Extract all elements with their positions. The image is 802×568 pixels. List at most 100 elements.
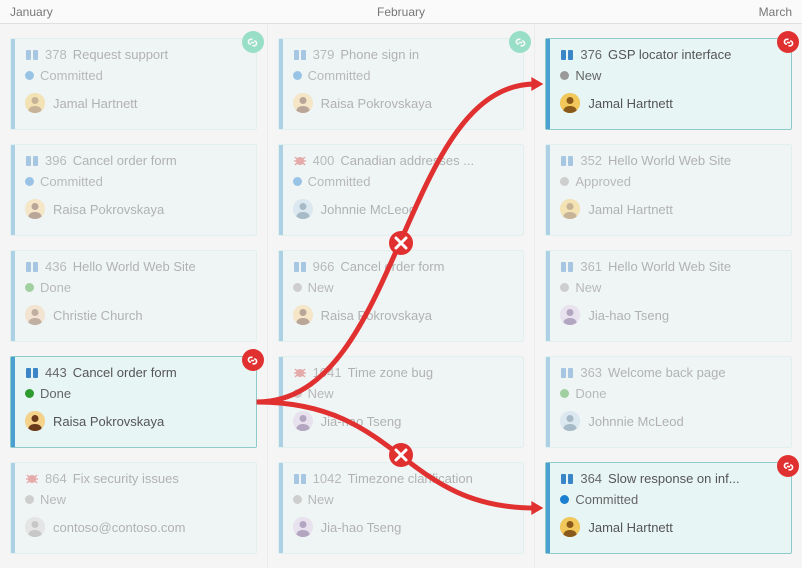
board-column: 376 GSP locator interface New Jamal Hartnet… — [534, 24, 802, 568]
board-column: 378Request supportCommittedJamal Hartnet… — [0, 24, 267, 568]
link-badge-icon[interactable] — [242, 349, 264, 371]
work-item-assignee: Jia-hao Tseng — [588, 308, 669, 323]
avatar — [25, 93, 45, 113]
month-label: March — [531, 0, 802, 23]
work-item-card[interactable]: 1041 Time zone bug New Jia-hao Tseng — [278, 356, 525, 448]
feature-icon — [25, 367, 39, 379]
work-item-card[interactable]: 396Cancel order formCommittedRaisa Pokro… — [10, 144, 257, 236]
work-item-assignee: Jamal Hartnett — [588, 520, 673, 535]
work-item-id: 376 — [580, 47, 602, 62]
state-dot-icon — [293, 495, 302, 504]
work-item-assignee: Christie Church — [53, 308, 143, 323]
state-dot-icon — [25, 71, 34, 80]
work-item-state: New — [575, 68, 601, 83]
board-column: 379 Phone sign in Committed Raisa Pokrovska… — [267, 24, 535, 568]
work-item-title: Request support — [73, 47, 168, 62]
avatar — [560, 517, 580, 537]
feature-icon — [25, 49, 39, 61]
work-item-assignee: contoso@contoso.com — [53, 520, 185, 535]
work-item-id: 1041 — [313, 365, 342, 380]
board: 378 Request support Committed Jamal Hartnet… — [0, 24, 802, 568]
work-item-state: Committed — [308, 174, 371, 189]
work-item-state: New — [308, 386, 334, 401]
link-badge-icon[interactable] — [777, 31, 799, 53]
work-item-assignee: Raisa Pokrovskaya — [321, 308, 432, 323]
state-dot-icon — [560, 71, 569, 80]
work-item-assignee: Jamal Hartnett — [588, 96, 673, 111]
month-label: February — [271, 0, 532, 23]
work-item-card[interactable]: 1042Timezone clarificationNewJia-hao Tse… — [278, 462, 525, 554]
work-item-card[interactable]: 376 GSP locator interface New Jamal Hartnet… — [545, 38, 792, 130]
state-dot-icon — [560, 283, 569, 292]
link-badge-icon[interactable] — [509, 31, 531, 53]
work-item-assignee: Jia-hao Tseng — [321, 520, 402, 535]
state-dot-icon — [25, 389, 34, 398]
work-item-id: 436 — [45, 259, 67, 274]
state-dot-icon — [25, 177, 34, 186]
feature-icon — [25, 155, 39, 167]
work-item-title: Cancel order form — [73, 365, 177, 380]
avatar — [560, 93, 580, 113]
work-item-id: 378 — [45, 47, 67, 62]
feature-icon — [560, 49, 574, 61]
feature-icon — [293, 473, 307, 485]
work-item-state: Committed — [575, 492, 638, 507]
avatar — [293, 199, 313, 219]
work-item-card[interactable]: 361 Hello World Web Site New Jia-hao Tseng — [545, 250, 792, 342]
work-item-id: 363 — [580, 365, 602, 380]
work-item-id: 364 — [580, 471, 602, 486]
work-item-card[interactable]: 400Canadian addresses ...CommittedJohnni… — [278, 144, 525, 236]
work-item-card[interactable]: 363Welcome back pageDoneJohnnie McLeod — [545, 356, 792, 448]
work-item-id: 396 — [45, 153, 67, 168]
avatar — [293, 93, 313, 113]
work-item-title: GSP locator interface — [608, 47, 731, 62]
work-item-id: 379 — [313, 47, 335, 62]
work-item-card[interactable]: 966 Cancel order form New Raisa Pokrovskaya — [278, 250, 525, 342]
work-item-assignee: Raisa Pokrovskaya — [53, 414, 164, 429]
work-item-title: Cancel order form — [73, 153, 177, 168]
avatar — [25, 517, 45, 537]
work-item-id: 966 — [313, 259, 335, 274]
feature-icon — [25, 261, 39, 273]
link-badge-icon[interactable] — [242, 31, 264, 53]
work-item-id: 400 — [313, 153, 335, 168]
work-item-title: Time zone bug — [348, 365, 434, 380]
work-item-state: New — [308, 280, 334, 295]
work-item-title: Hello World Web Site — [608, 153, 731, 168]
work-item-state: Approved — [575, 174, 631, 189]
work-item-state: Committed — [308, 68, 371, 83]
work-item-card[interactable]: 378Request supportCommittedJamal Hartnet… — [10, 38, 257, 130]
timeline-header: January February March — [0, 0, 802, 24]
state-dot-icon — [293, 177, 302, 186]
month-label: January — [0, 0, 271, 23]
state-dot-icon — [293, 71, 302, 80]
work-item-title: Phone sign in — [340, 47, 419, 62]
work-item-state: New — [308, 492, 334, 507]
avatar — [560, 411, 580, 431]
work-item-id: 1042 — [313, 471, 342, 486]
state-dot-icon — [560, 495, 569, 504]
work-item-state: New — [40, 492, 66, 507]
feature-icon — [560, 155, 574, 167]
work-item-assignee: Jia-hao Tseng — [321, 414, 402, 429]
work-item-title: Welcome back page — [608, 365, 726, 380]
work-item-card[interactable]: 443Cancel order formDoneRaisa Pokrovskay… — [10, 356, 257, 448]
work-item-assignee: Johnnie McLeod — [321, 202, 416, 217]
avatar — [293, 517, 313, 537]
work-item-title: Hello World Web Site — [608, 259, 731, 274]
work-item-card[interactable]: 379Phone sign inCommittedRaisa Pokrovska… — [278, 38, 525, 130]
work-item-card[interactable]: 864Fix security issuesNewcontoso@contoso… — [10, 462, 257, 554]
work-item-card[interactable]: 352Hello World Web SiteApprovedJamal Har… — [545, 144, 792, 236]
work-item-card[interactable]: 436Hello World Web SiteDoneChristie Chur… — [10, 250, 257, 342]
work-item-state: Done — [40, 280, 71, 295]
work-item-id: 361 — [580, 259, 602, 274]
work-item-state: New — [575, 280, 601, 295]
feature-icon — [293, 49, 307, 61]
work-item-card[interactable]: 364Slow response on inf...CommittedJamal… — [545, 462, 792, 554]
bug-icon — [25, 473, 39, 485]
work-item-assignee: Raisa Pokrovskaya — [53, 202, 164, 217]
avatar — [293, 411, 313, 431]
work-item-state: Done — [40, 386, 71, 401]
work-item-title: Cancel order form — [340, 259, 444, 274]
link-badge-icon[interactable] — [777, 455, 799, 477]
